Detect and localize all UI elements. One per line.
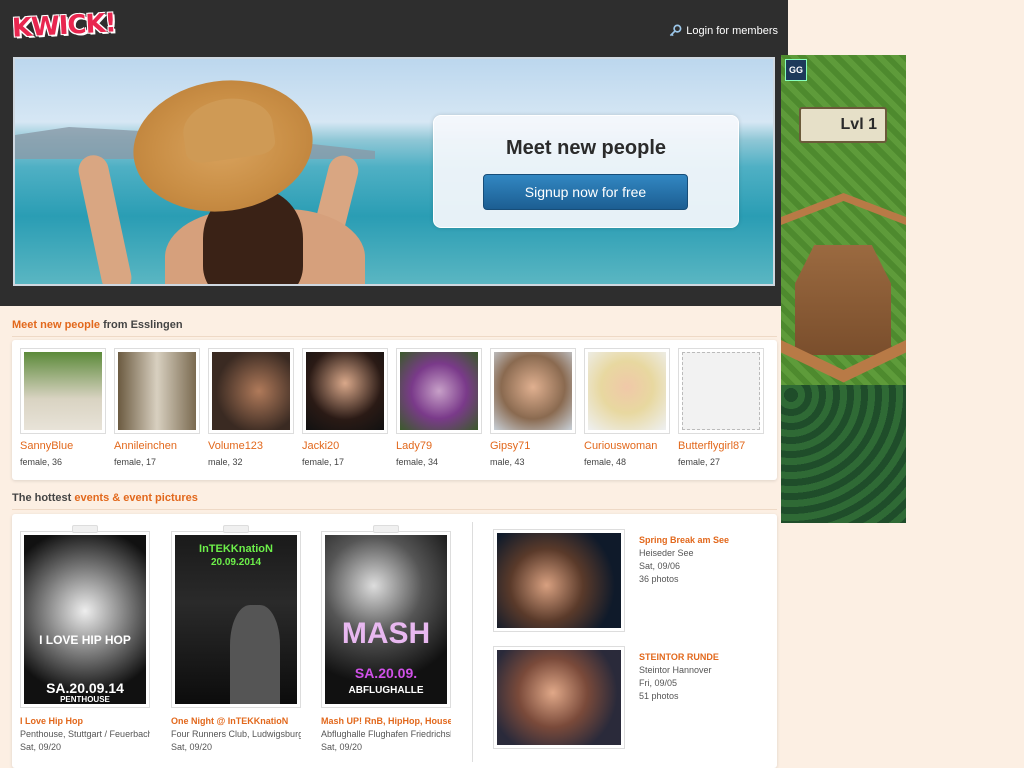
login-label: Login for members bbox=[686, 24, 778, 37]
event-poster[interactable]: MASH SA.20.09. ABFLUGHALLE bbox=[321, 531, 451, 708]
pin-tab bbox=[72, 525, 98, 533]
person-card[interactable]: Gipsy71 male, 43 bbox=[490, 348, 576, 467]
person-card[interactable]: Annileinchen female, 17 bbox=[114, 348, 200, 467]
events-panel: I LOVE HIP HOP SA.20.09.14 PENTHOUSE I L… bbox=[12, 514, 777, 768]
signup-title: Meet new people bbox=[505, 137, 667, 159]
person-card[interactable]: Butterflygirl87 female, 27 bbox=[678, 348, 764, 467]
person-avatar[interactable] bbox=[302, 348, 388, 434]
event-title[interactable]: Mash UP! RnB, HipHop, House bbox=[321, 716, 451, 726]
signup-button[interactable]: Signup now for free bbox=[483, 174, 688, 210]
person-name[interactable]: Gipsy71 bbox=[490, 440, 576, 452]
vertical-divider bbox=[472, 522, 473, 762]
person-card[interactable]: SannyBlue female, 36 bbox=[20, 348, 106, 467]
person-info: female, 36 bbox=[20, 457, 63, 467]
person-card[interactable]: Lady79 female, 34 bbox=[396, 348, 482, 467]
events-section-title: The hottest events & event pictures bbox=[12, 492, 198, 504]
person-info: female, 34 bbox=[396, 457, 439, 467]
person-avatar[interactable] bbox=[584, 348, 670, 434]
pin-tab bbox=[373, 525, 399, 533]
event-date: Sat, 09/20 bbox=[321, 742, 363, 752]
event-date: Sat, 09/20 bbox=[20, 742, 62, 752]
event-venue: Abflughalle Flughafen Friedrichshafen bbox=[321, 729, 451, 739]
person-info: female, 27 bbox=[678, 457, 721, 467]
person-avatar[interactable] bbox=[678, 348, 764, 434]
forest-illustration bbox=[781, 385, 906, 523]
person-card[interactable]: Volume123 male, 32 bbox=[208, 348, 294, 467]
divider bbox=[12, 336, 777, 337]
event-poster[interactable]: I LOVE HIP HOP SA.20.09.14 PENTHOUSE bbox=[20, 531, 150, 708]
castle-illustration bbox=[795, 245, 891, 355]
hero-arm-left bbox=[75, 152, 135, 284]
photo-event-venue: Heiseder See bbox=[639, 548, 694, 558]
key-icon bbox=[670, 24, 682, 37]
person-name[interactable]: Jacki20 bbox=[302, 440, 388, 452]
photo-event-venue: Steintor Hannover bbox=[639, 665, 712, 675]
person-name[interactable]: Lady79 bbox=[396, 440, 482, 452]
divider bbox=[12, 509, 777, 510]
person-info: female, 48 bbox=[584, 457, 627, 467]
castle-wall bbox=[781, 193, 906, 225]
photo-event-date: Fri, 09/05 bbox=[639, 678, 678, 688]
event-card[interactable]: InTEKKnatioN 20.09.2014 One Night @ InTE… bbox=[171, 525, 301, 752]
person-info: male, 43 bbox=[490, 457, 525, 467]
event-title[interactable]: One Night @ InTEKKnatioN bbox=[171, 716, 301, 726]
event-photo[interactable] bbox=[493, 646, 625, 749]
person-name[interactable]: Curiouswoman bbox=[584, 440, 670, 452]
game-advertisement[interactable]: GG Lvl 1 bbox=[781, 55, 906, 523]
person-avatar[interactable] bbox=[396, 348, 482, 434]
person-avatar[interactable] bbox=[208, 348, 294, 434]
people-section-title: Meet new people from Esslingen bbox=[12, 319, 183, 331]
person-card[interactable]: Jacki20 female, 17 bbox=[302, 348, 388, 467]
photo-event-date: Sat, 09/06 bbox=[639, 561, 681, 571]
person-info: female, 17 bbox=[114, 457, 157, 467]
event-title[interactable]: I Love Hip Hop bbox=[20, 716, 150, 726]
photo-event-title[interactable]: STEINTOR RUNDE bbox=[639, 651, 719, 664]
photo-event-title[interactable]: Spring Break am See bbox=[639, 534, 729, 547]
login-link[interactable]: Login for members bbox=[669, 24, 778, 37]
person-avatar[interactable] bbox=[20, 348, 106, 434]
person-info: male, 32 bbox=[208, 457, 243, 467]
kwick-logo[interactable]: KWICK! bbox=[11, 8, 116, 43]
person-name[interactable]: SannyBlue bbox=[20, 440, 106, 452]
photo-event-info: Spring Break am See Heiseder See Sat, 09… bbox=[639, 534, 729, 586]
level-badge: Lvl 1 bbox=[799, 107, 887, 143]
event-venue: Four Runners Club, Ludwigsburg bbox=[171, 729, 301, 739]
photo-count[interactable]: 36 photos bbox=[639, 573, 729, 586]
person-name[interactable]: Volume123 bbox=[208, 440, 294, 452]
person-avatar[interactable] bbox=[490, 348, 576, 434]
event-card[interactable]: I LOVE HIP HOP SA.20.09.14 PENTHOUSE I L… bbox=[20, 525, 150, 752]
person-card[interactable]: Curiouswoman female, 48 bbox=[584, 348, 670, 467]
person-name[interactable]: Butterflygirl87 bbox=[678, 440, 764, 452]
photo-event-info: STEINTOR RUNDE Steintor Hannover Fri, 09… bbox=[639, 651, 719, 703]
people-list: SannyBlue female, 36 Annileinchen female… bbox=[12, 340, 777, 480]
person-name[interactable]: Annileinchen bbox=[114, 440, 200, 452]
signup-box: Meet new people Signup now for free bbox=[433, 115, 739, 228]
person-info: female, 17 bbox=[302, 457, 345, 467]
event-venue: Penthouse, Stuttgart / Feuerbach bbox=[20, 729, 150, 739]
photo-count[interactable]: 51 photos bbox=[639, 690, 719, 703]
event-card[interactable]: MASH SA.20.09. ABFLUGHALLE Mash UP! RnB,… bbox=[321, 525, 451, 752]
pin-tab bbox=[223, 525, 249, 533]
event-date: Sat, 09/20 bbox=[171, 742, 213, 752]
person-avatar[interactable] bbox=[114, 348, 200, 434]
event-photo[interactable] bbox=[493, 529, 625, 632]
event-poster[interactable]: InTEKKnatioN 20.09.2014 bbox=[171, 531, 301, 708]
gg-badge: GG bbox=[785, 59, 807, 81]
